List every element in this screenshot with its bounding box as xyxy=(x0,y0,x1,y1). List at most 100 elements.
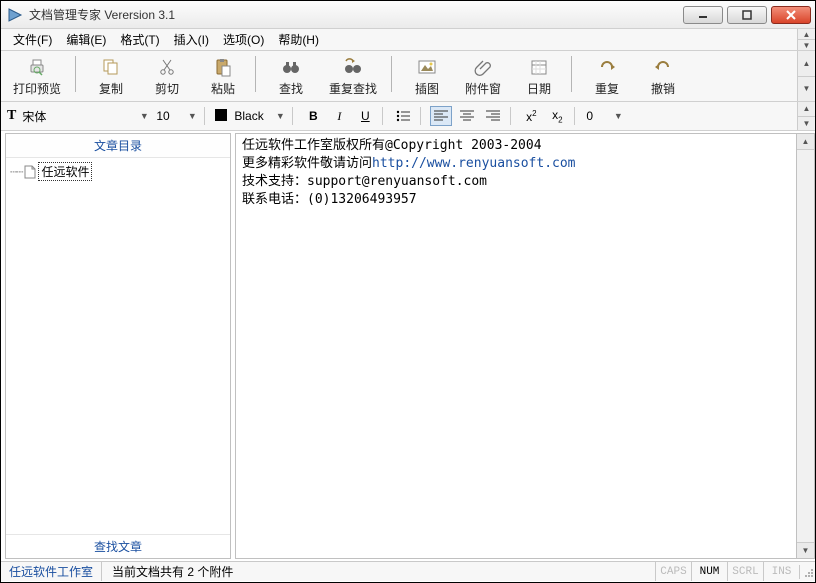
maximize-button[interactable] xyxy=(727,6,767,24)
toolbar-sep xyxy=(571,56,575,92)
chevron-down-icon: ▼ xyxy=(612,111,624,121)
paste-button[interactable]: 粘贴 xyxy=(199,54,247,99)
cut-button[interactable]: 剪切 xyxy=(143,54,191,99)
content-line: 更多精彩软件敬请访问http://www.renyuansoft.com xyxy=(242,155,790,173)
format-sep xyxy=(292,107,296,125)
align-left-button[interactable] xyxy=(430,106,452,126)
status-text: 当前文档共有 2 个附件 xyxy=(102,563,655,580)
redo-label: 重复 xyxy=(595,80,619,97)
superscript-button[interactable]: x2 xyxy=(520,106,542,126)
tree-connector-icon: ┄┄ xyxy=(10,165,22,179)
date-label: 日期 xyxy=(527,80,551,97)
find-again-label: 重复查找 xyxy=(329,80,377,97)
font-name-value: 宋体 xyxy=(20,108,48,125)
editor-area[interactable]: 任远软件工作室版权所有@Copyright 2003-2004 更多精彩软件敬请… xyxy=(235,133,797,559)
attachment-pane-button[interactable]: 附件窗 xyxy=(459,54,507,99)
font-color-combo[interactable]: Black ▼ xyxy=(232,106,286,126)
tree-node-label: 任远软件 xyxy=(38,162,92,181)
scroll-track[interactable] xyxy=(797,150,814,542)
paste-label: 粘贴 xyxy=(211,80,235,97)
format-bar-row: T 宋体 ▼ 10 ▼ Black ▼ B I U xyxy=(1,102,815,131)
redo-icon xyxy=(596,56,618,78)
status-bar: 任远软件工作室 当前文档共有 2 个附件 CAPS NUM SCRL INS xyxy=(1,561,815,581)
format-sep xyxy=(574,107,578,125)
close-button[interactable] xyxy=(771,6,811,24)
toolbar-scroll-down[interactable]: ▼ xyxy=(798,77,815,102)
document-icon xyxy=(24,165,36,179)
menu-options[interactable]: 选项(O) xyxy=(217,29,270,50)
format-sep xyxy=(382,107,386,125)
menubar-scroll-down[interactable]: ▼ xyxy=(798,40,815,50)
insert-image-label: 插图 xyxy=(415,80,439,97)
chevron-down-icon: ▼ xyxy=(274,111,286,121)
format-sep xyxy=(510,107,514,125)
toolbar-scroll-up[interactable]: ▲ xyxy=(798,51,815,77)
formatbar-scroll-up[interactable]: ▲ xyxy=(798,102,815,117)
menu-file[interactable]: 文件(F) xyxy=(7,29,58,50)
editor-wrap: 任远软件工作室版权所有@Copyright 2003-2004 更多精彩软件敬请… xyxy=(235,133,815,559)
toolbar-row: 打印预览 复制 剪切 粘贴 查找 重复查找 插图 xyxy=(1,51,815,102)
find-button[interactable]: 查找 xyxy=(267,54,315,99)
main-area: 文章目录 ┄┄ 任远软件 查找文章 任远软件工作室版权所有@Copyright … xyxy=(1,131,815,561)
indent-combo[interactable]: 0 ▼ xyxy=(584,106,624,126)
format-sep xyxy=(204,107,208,125)
binoculars-repeat-icon xyxy=(342,56,364,78)
align-right-button[interactable] xyxy=(482,106,504,126)
website-link[interactable]: http://www.renyuansoft.com xyxy=(372,156,576,171)
app-icon xyxy=(7,7,23,23)
insert-image-button[interactable]: 插图 xyxy=(403,54,451,99)
menu-edit[interactable]: 编辑(E) xyxy=(60,29,112,50)
calendar-icon xyxy=(528,56,550,78)
bold-button[interactable]: B xyxy=(302,106,324,126)
print-preview-label: 打印预览 xyxy=(13,80,61,97)
font-color-value: Black xyxy=(232,109,265,123)
attachment-pane-label: 附件窗 xyxy=(465,80,501,97)
minimize-button[interactable] xyxy=(683,6,723,24)
printer-icon xyxy=(26,56,48,78)
editor-vscroll[interactable]: ▲ ▼ xyxy=(797,133,815,559)
menu-format[interactable]: 格式(T) xyxy=(114,29,165,50)
article-tree[interactable]: ┄┄ 任远软件 xyxy=(6,158,230,534)
tree-node[interactable]: ┄┄ 任远软件 xyxy=(10,162,226,181)
redo-button[interactable]: 重复 xyxy=(583,54,631,99)
align-center-icon xyxy=(459,109,475,123)
num-indicator: NUM xyxy=(691,562,727,581)
menubar-scroll: ▲ ▼ xyxy=(797,29,815,50)
sidebar-search-link[interactable]: 查找文章 xyxy=(6,534,230,558)
resize-grip-icon[interactable] xyxy=(799,565,815,579)
scroll-up-icon[interactable]: ▲ xyxy=(797,134,814,150)
print-preview-button[interactable]: 打印预览 xyxy=(7,54,67,99)
toolbar-sep xyxy=(75,56,79,92)
menu-insert[interactable]: 插入(I) xyxy=(168,29,215,50)
sidebar: 文章目录 ┄┄ 任远软件 查找文章 xyxy=(5,133,231,559)
scissors-icon xyxy=(156,56,178,78)
font-name-combo[interactable]: 宋体 ▼ xyxy=(20,106,150,126)
find-label: 查找 xyxy=(279,80,303,97)
menu-bar: 文件(F) 编辑(E) 格式(T) 插入(I) 选项(O) 帮助(H) xyxy=(1,29,797,50)
formatbar-scroll-down[interactable]: ▼ xyxy=(798,117,815,131)
subscript-icon: x2 xyxy=(552,108,562,124)
italic-button[interactable]: I xyxy=(328,106,350,126)
bullets-button[interactable] xyxy=(392,106,414,126)
status-indicators: CAPS NUM SCRL INS xyxy=(655,562,799,581)
undo-button[interactable]: 撤销 xyxy=(639,54,687,99)
date-button[interactable]: 日期 xyxy=(515,54,563,99)
studio-link[interactable]: 任远软件工作室 xyxy=(1,562,102,581)
underline-button[interactable]: U xyxy=(354,106,376,126)
font-size-combo[interactable]: 10 ▼ xyxy=(154,106,198,126)
indent-value: 0 xyxy=(584,109,595,123)
clipboard-icon xyxy=(212,56,234,78)
copy-button[interactable]: 复制 xyxy=(87,54,135,99)
chevron-down-icon: ▼ xyxy=(186,111,198,121)
align-right-icon xyxy=(485,109,501,123)
align-center-button[interactable] xyxy=(456,106,478,126)
scroll-down-icon[interactable]: ▼ xyxy=(797,542,814,558)
menu-help[interactable]: 帮助(H) xyxy=(272,29,325,50)
menubar-scroll-up[interactable]: ▲ xyxy=(798,29,815,40)
find-again-button[interactable]: 重复查找 xyxy=(323,54,383,99)
window-title: 文档管理专家 Verersion 3.1 xyxy=(29,6,175,23)
copy-label: 复制 xyxy=(99,80,123,97)
subscript-button[interactable]: x2 xyxy=(546,106,568,126)
window-controls xyxy=(679,6,811,24)
binoculars-icon xyxy=(280,56,302,78)
